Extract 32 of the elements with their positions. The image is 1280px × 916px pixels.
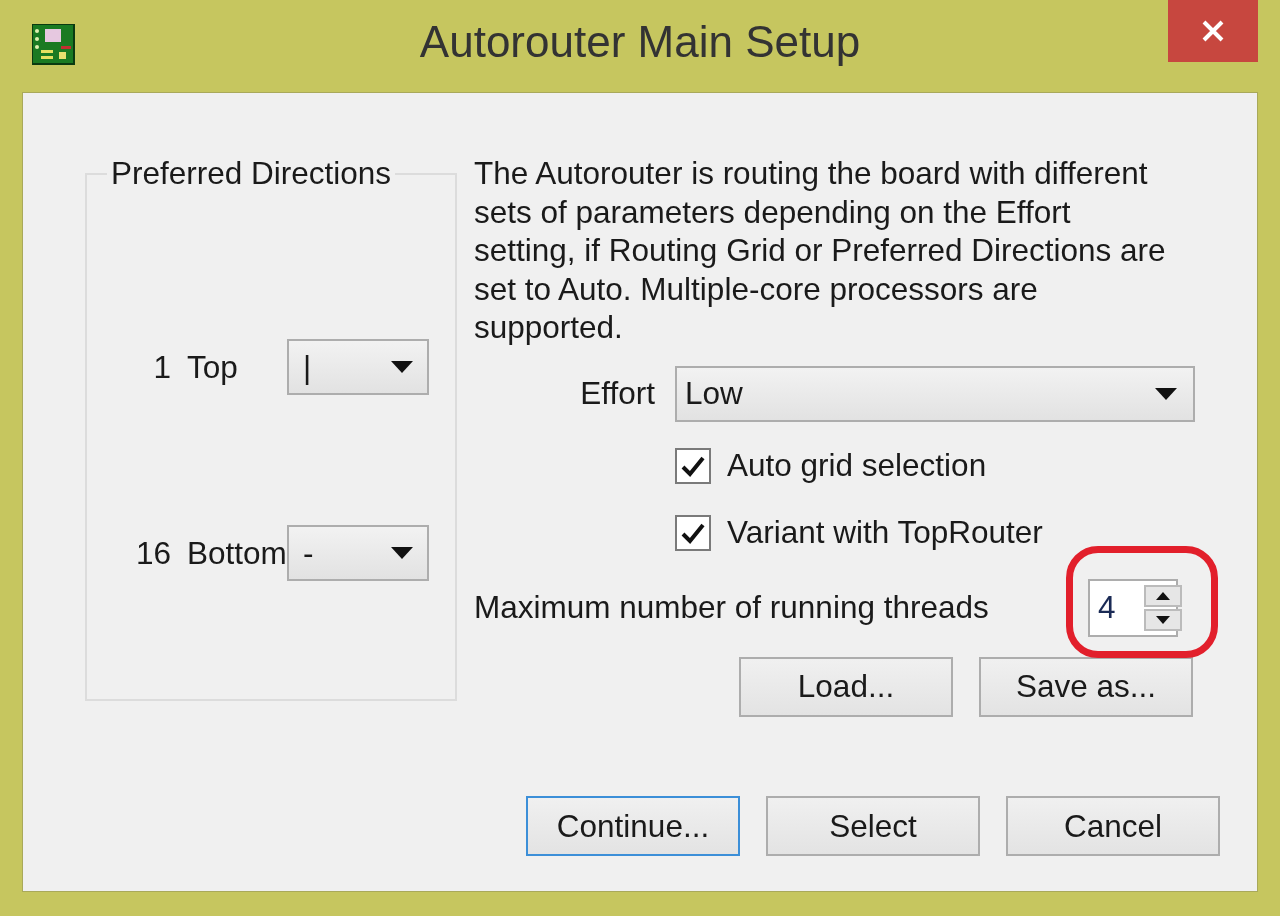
down-arrow-icon	[1156, 615, 1170, 624]
checkbox-label: Auto grid selection	[727, 447, 987, 484]
effort-dropdown[interactable]: Low	[675, 365, 1195, 422]
checkbox-label: Variant with TopRouter	[727, 514, 1043, 551]
dropdown-arrow-icon	[391, 547, 413, 559]
circuit-board-icon	[32, 24, 76, 66]
checkbox[interactable]	[675, 447, 711, 484]
dialog-button[interactable]: Cancel	[1006, 796, 1220, 856]
file-button[interactable]: Load...	[739, 656, 953, 717]
dropdown-arrow-icon	[391, 361, 413, 373]
direction-dropdown[interactable]: -	[287, 525, 429, 581]
spin-up-button[interactable]	[1144, 584, 1182, 607]
window-title: Autorouter Main Setup	[419, 17, 861, 67]
dropdown-arrow-icon	[1155, 387, 1177, 400]
threads-field[interactable]: 4	[1090, 580, 1142, 635]
effort-label: Effort	[579, 375, 655, 412]
close-icon	[1202, 20, 1224, 42]
direction-dropdown[interactable]: |	[287, 339, 429, 395]
layer-number: 16	[134, 534, 171, 572]
up-arrow-icon	[1156, 591, 1170, 600]
close-button[interactable]	[1168, 0, 1258, 62]
threads-label: Maximum number of running threads	[474, 589, 989, 626]
group-title: Preferred Directions	[110, 155, 393, 192]
layer-name: Bottom	[187, 534, 287, 572]
spin-down-button[interactable]	[1144, 608, 1182, 631]
file-button[interactable]: Save as...	[979, 656, 1193, 717]
checkbox[interactable]	[675, 514, 711, 551]
description-text: The Autorouter is routing the board with different sets of parameters depending on the Effort setting, if Routing Grid or Preferred Directions are set to Auto. Multiple-core processors are supported.	[474, 154, 1167, 347]
layer-name: Top	[187, 348, 238, 386]
dialog-button[interactable]: Continue...	[526, 796, 740, 856]
layer-number: 1	[152, 348, 171, 386]
dialog-button[interactable]: Select	[766, 796, 980, 856]
